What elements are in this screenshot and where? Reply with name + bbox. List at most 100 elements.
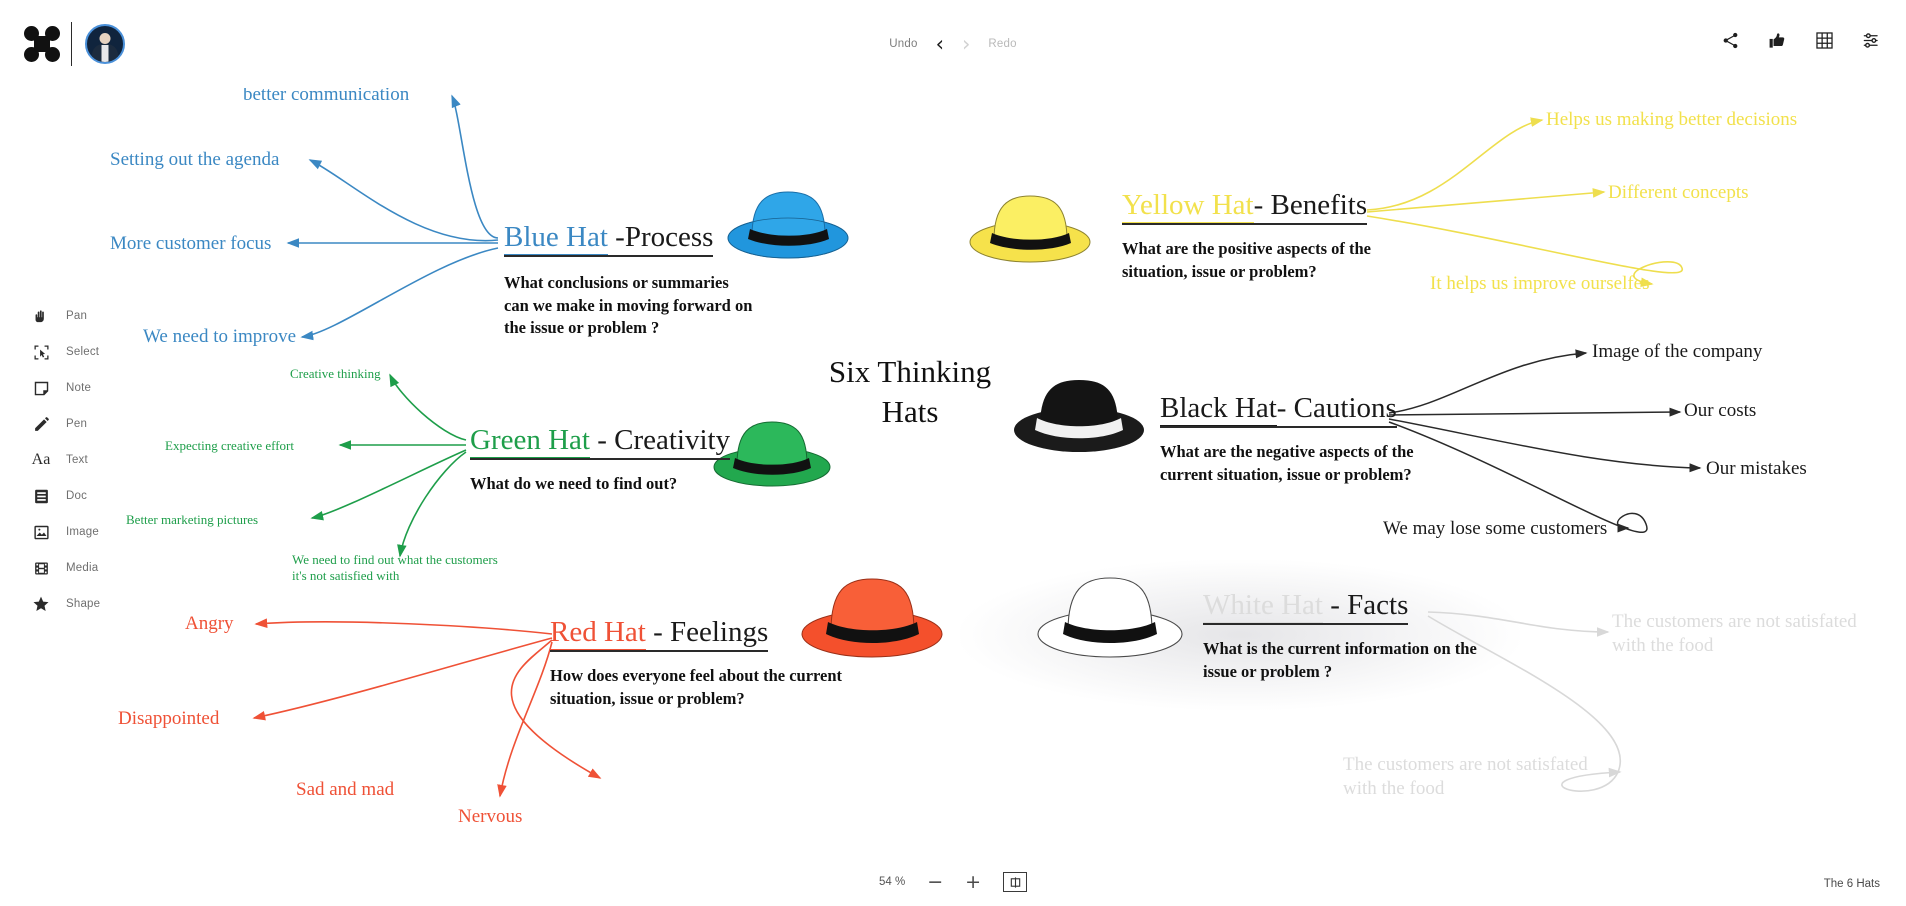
yellow-hat-name: Yellow Hat bbox=[1122, 189, 1254, 223]
yellow-hat-node[interactable]: Yellow Hat- Benefits What are the positi… bbox=[1122, 189, 1377, 283]
sidebar-item-label: Doc bbox=[66, 490, 88, 502]
blue-hat-question: What conclusions or summaries can we mak… bbox=[504, 273, 753, 337]
black-branch-3[interactable]: We may lose some customers bbox=[1383, 517, 1607, 541]
board-name-label: The 6 Hats bbox=[1823, 878, 1880, 890]
blue-hat-name: Blue Hat bbox=[504, 221, 608, 255]
black-hat-image bbox=[1012, 372, 1147, 457]
sticky-note-icon bbox=[28, 380, 54, 397]
blue-branch-3[interactable]: We need to improve bbox=[143, 325, 296, 349]
undo-label[interactable]: Undo bbox=[889, 38, 917, 50]
white-hat-question: What is the current information on the i… bbox=[1203, 639, 1477, 681]
yellow-branch-2[interactable]: It helps us improve ourselfes bbox=[1430, 272, 1650, 296]
fit-to-screen-button[interactable] bbox=[1003, 872, 1028, 892]
settings-sliders-icon[interactable] bbox=[1861, 30, 1882, 51]
yellow-branch-0[interactable]: Helps us making better decisions bbox=[1546, 108, 1797, 132]
black-hat-name: Black Hat bbox=[1160, 392, 1277, 426]
sidebar-item-pen[interactable]: Pen bbox=[28, 406, 138, 442]
header-divider bbox=[71, 22, 72, 66]
white-hat-title: White Hat - Facts bbox=[1203, 589, 1409, 626]
sidebar-item-shape[interactable]: Shape bbox=[28, 586, 138, 622]
thumbs-up-icon[interactable] bbox=[1767, 30, 1788, 51]
zoom-level: 54 % bbox=[878, 876, 906, 888]
sidebar-item-note[interactable]: Note bbox=[28, 370, 138, 406]
text-aa-icon: Aa bbox=[31, 451, 51, 468]
green-branch-3[interactable]: We need to find out what the customers i… bbox=[292, 552, 507, 585]
sidebar-item-label: Shape bbox=[66, 598, 101, 610]
blue-branch-2[interactable]: More customer focus bbox=[110, 232, 271, 256]
red-hat-node[interactable]: Red Hat - Feelings How does everyone fee… bbox=[550, 616, 870, 710]
sidebar-item-media[interactable]: Media bbox=[28, 550, 138, 586]
red-hat-title: Red Hat - Feelings bbox=[550, 616, 769, 653]
zoom-in-button[interactable]: + bbox=[965, 872, 981, 892]
redo-button[interactable]: › bbox=[962, 33, 970, 55]
sidebar-item-label: Image bbox=[66, 526, 99, 538]
red-branch-2[interactable]: Sad and mad bbox=[296, 778, 394, 802]
black-branch-2[interactable]: Our mistakes bbox=[1706, 457, 1807, 481]
sidebar-item-image[interactable]: Image bbox=[28, 514, 138, 550]
zoom-out-button[interactable]: − bbox=[927, 872, 943, 892]
grid-icon[interactable] bbox=[1814, 30, 1835, 51]
blue-hat-node[interactable]: Blue Hat -Process What conclusions or su… bbox=[504, 221, 754, 339]
sidebar-item-pan[interactable]: Pan bbox=[28, 298, 138, 334]
white-branch-0[interactable]: The customers are not satisfated with th… bbox=[1612, 610, 1877, 658]
film-icon bbox=[28, 560, 54, 577]
black-hat-suffix: - Cautions bbox=[1276, 392, 1397, 424]
red-hat-question: How does everyone feel about the current… bbox=[550, 666, 843, 708]
sidebar-item-label: Media bbox=[66, 562, 99, 574]
select-marquee-icon bbox=[28, 344, 54, 361]
black-branch-1[interactable]: Our costs bbox=[1684, 399, 1756, 423]
yellow-hat-image bbox=[968, 186, 1093, 266]
app-logo[interactable] bbox=[24, 26, 60, 62]
red-branch-1[interactable]: Disappointed bbox=[118, 707, 219, 731]
zoom-controls: 54 % − + bbox=[0, 872, 1906, 892]
black-branch-0[interactable]: Image of the company bbox=[1592, 340, 1762, 364]
sidebar-item-text[interactable]: Aa Text bbox=[28, 442, 138, 478]
white-hat-suffix: - Facts bbox=[1322, 589, 1409, 621]
red-branch-0[interactable]: Angry bbox=[185, 612, 234, 636]
green-branch-1[interactable]: Expecting creative effort bbox=[165, 438, 294, 454]
blue-branch-1[interactable]: Setting out the agenda bbox=[110, 148, 279, 172]
green-hat-name: Green Hat bbox=[470, 424, 590, 458]
mindmap-canvas[interactable]: Six Thinking Hats Blue Hat -Process What… bbox=[0, 0, 1906, 906]
blue-hat-suffix: -Process bbox=[607, 221, 714, 253]
whiteboard-app: Undo ‹ › Redo Pan Select Note Pen Aa Tex… bbox=[0, 0, 1906, 906]
bottom-bar: 54 % − + The 6 Hats bbox=[0, 848, 1906, 906]
green-branch-2[interactable]: Better marketing pictures bbox=[126, 512, 258, 528]
share-icon[interactable] bbox=[1720, 30, 1741, 51]
black-hat-title: Black Hat- Cautions bbox=[1160, 392, 1397, 429]
yellow-hat-title: Yellow Hat- Benefits bbox=[1122, 189, 1368, 226]
left-toolbar: Pan Select Note Pen Aa Text Doc Image Me… bbox=[28, 298, 138, 622]
red-hat-name: Red Hat bbox=[550, 616, 646, 650]
sidebar-item-label: Pen bbox=[66, 418, 88, 430]
black-hat-question: What are the negative aspects of the cur… bbox=[1160, 442, 1414, 484]
yellow-branch-1[interactable]: Different concepts bbox=[1608, 181, 1749, 205]
hand-icon bbox=[28, 308, 54, 325]
sidebar-item-doc[interactable]: Doc bbox=[28, 478, 138, 514]
redo-label[interactable]: Redo bbox=[988, 38, 1016, 50]
undo-redo-group: Undo ‹ › Redo bbox=[0, 0, 1906, 88]
sidebar-item-label: Pan bbox=[66, 310, 88, 322]
pencil-icon bbox=[28, 416, 54, 433]
sidebar-item-select[interactable]: Select bbox=[28, 334, 138, 370]
green-branch-0[interactable]: Creative thinking bbox=[290, 366, 381, 382]
white-branch-1[interactable]: The customers are not satisfated with th… bbox=[1343, 753, 1608, 801]
green-hat-title: Green Hat - Creativity bbox=[470, 424, 731, 461]
sidebar-item-label: Note bbox=[66, 382, 92, 394]
white-hat-image bbox=[1035, 570, 1185, 662]
white-hat-node[interactable]: White Hat - Facts What is the current in… bbox=[1203, 589, 1508, 683]
image-icon bbox=[28, 524, 54, 541]
green-hat-suffix: - Creativity bbox=[589, 424, 731, 456]
green-hat-node[interactable]: Green Hat - Creativity What do we need t… bbox=[470, 424, 760, 496]
blue-hat-title: Blue Hat -Process bbox=[504, 221, 714, 258]
red-hat-suffix: - Feelings bbox=[645, 616, 769, 648]
undo-button[interactable]: ‹ bbox=[936, 33, 944, 55]
black-hat-node[interactable]: Black Hat- Cautions What are the negativ… bbox=[1160, 392, 1435, 486]
avatar[interactable] bbox=[85, 24, 125, 64]
top-right-icons bbox=[1720, 30, 1882, 51]
yellow-hat-question: What are the positive aspects of the sit… bbox=[1122, 239, 1371, 281]
red-branch-3[interactable]: Nervous bbox=[458, 805, 522, 829]
page-title: Six Thinking Hats bbox=[828, 354, 992, 429]
yellow-hat-suffix: - Benefits bbox=[1253, 189, 1368, 221]
white-hat-name: White Hat bbox=[1203, 589, 1323, 623]
sidebar-item-label: Text bbox=[66, 454, 88, 466]
